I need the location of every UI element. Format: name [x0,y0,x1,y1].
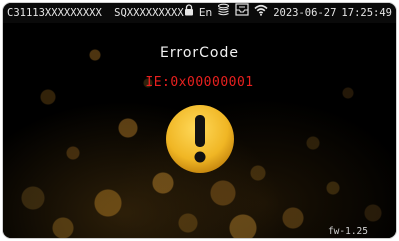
error-screen: ErrorCode IE:0x00000001 fw-1.25 [3,23,396,238]
status-time: 17:25:49 [341,7,392,19]
language-indicator[interactable]: En [199,3,212,23]
inbox-icon [235,3,249,23]
device-screen: C31113XXXXXXXXX SQXXXXXXXXX En 2023-06-2… [3,3,396,238]
coin-stack-icon [217,3,230,23]
firmware-version: fw-1.25 [327,226,368,237]
page-title: ErrorCode [160,45,239,61]
device-id: C31113XXXXXXXXX [7,7,102,19]
status-ids: C31113XXXXXXXXX SQXXXXXXXXX [7,3,184,23]
status-bar: C31113XXXXXXXXX SQXXXXXXXXX En 2023-06-2… [3,3,396,23]
wifi-icon [254,3,268,23]
status-indicators: En 2023-06-27 17:25:49 [179,3,392,23]
error-code-text: IE:0x00000001 [145,75,254,90]
status-date: 2023-06-27 [273,7,337,19]
warning-icon [164,103,236,175]
lock-icon [184,3,194,23]
serial-number: SQXXXXXXXXX [114,7,184,19]
